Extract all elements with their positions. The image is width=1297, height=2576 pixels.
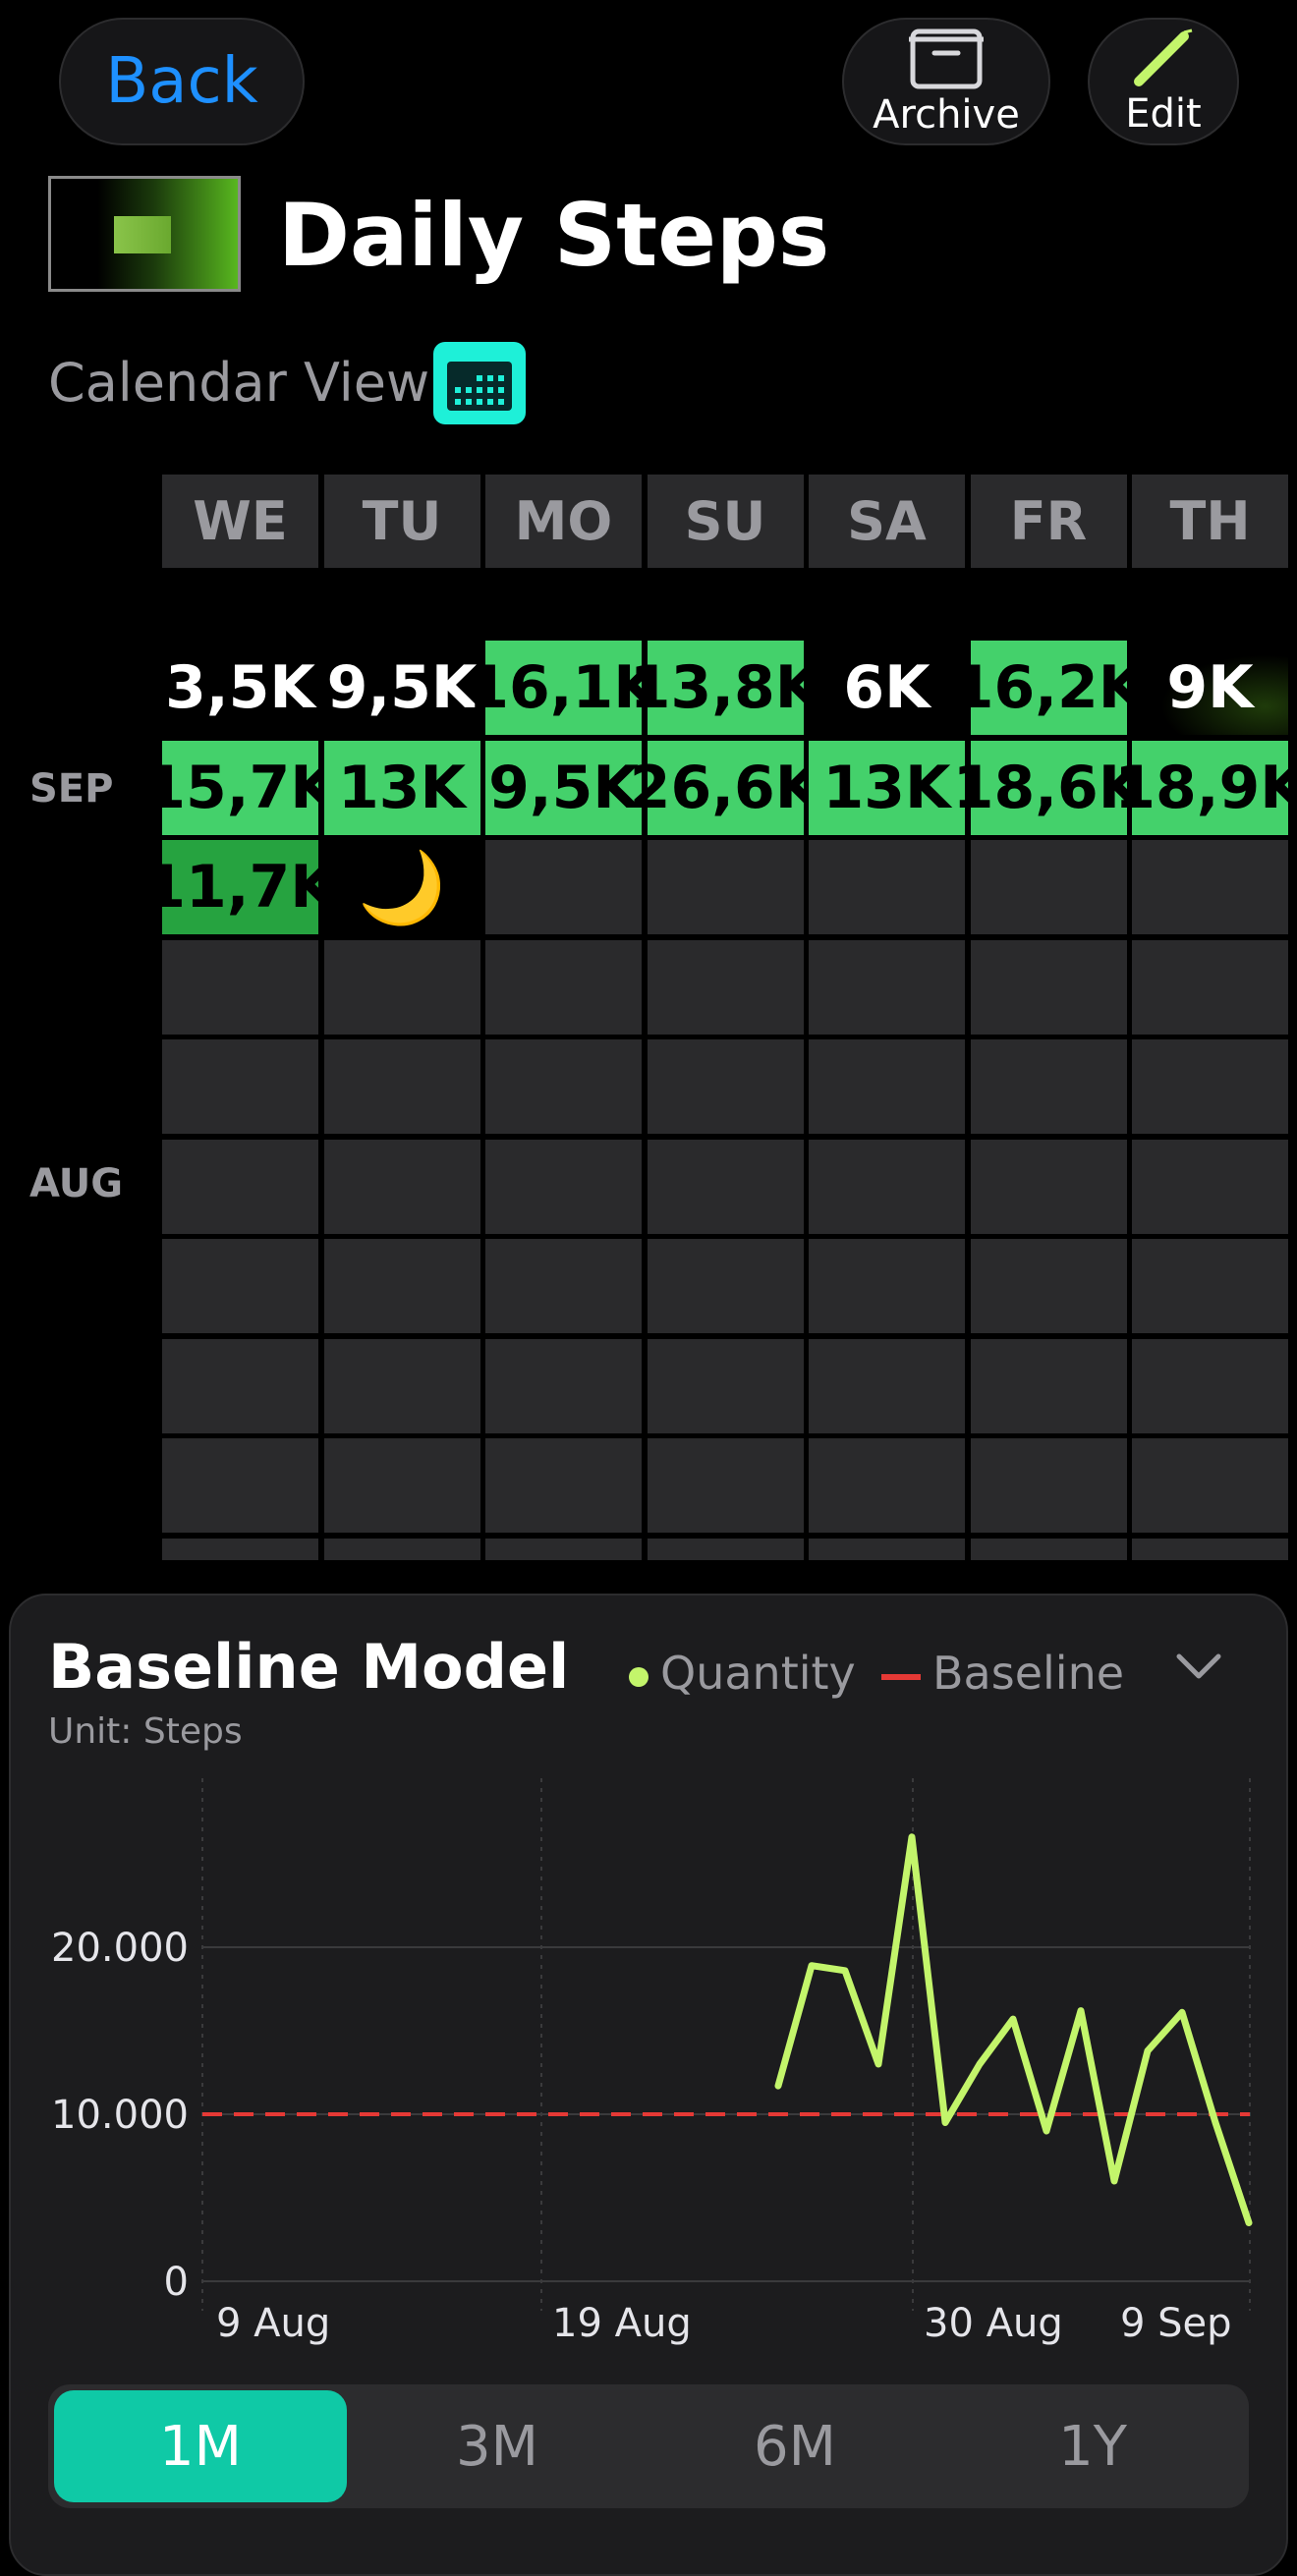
quantity-point	[1113, 2180, 1115, 2182]
y-tick-label: 20.000	[51, 1926, 189, 1971]
quantity-point	[877, 2063, 879, 2065]
range-option-3m[interactable]: 3M	[351, 2390, 644, 2502]
quantity-point	[911, 1835, 913, 1838]
quantity-point	[1181, 2011, 1183, 2014]
quantity-point	[811, 1964, 813, 1967]
quantity-point	[1012, 2018, 1014, 2021]
quantity-line	[774, 1833, 1253, 2226]
y-tick-label: 0	[164, 2260, 189, 2305]
quantity-point	[1045, 2130, 1047, 2132]
quantity-point	[1147, 2049, 1149, 2052]
x-tick-label: 9 Aug	[216, 2301, 330, 2346]
baseline-chart: 0 10.000 20.000 9 Aug 19 Aug 30 Aug 9 Sep	[51, 1778, 1253, 2346]
quantity-point	[1248, 2221, 1250, 2224]
x-tick-label: 9 Sep	[1120, 2301, 1232, 2346]
range-option-1y[interactable]: 1Y	[946, 2390, 1239, 2502]
range-option-6m[interactable]: 6M	[648, 2390, 941, 2502]
quantity-point	[1080, 2009, 1082, 2012]
quantity-point	[777, 2085, 779, 2088]
x-tick-label: 19 Aug	[552, 2301, 692, 2346]
quantity-point	[844, 1969, 846, 1972]
range-option-1m[interactable]: 1M	[54, 2390, 347, 2502]
quantity-point	[944, 2121, 946, 2124]
quantity-point	[1214, 2121, 1216, 2124]
x-tick-label: 30 Aug	[924, 2301, 1063, 2346]
y-tick-label: 10.000	[51, 2093, 189, 2138]
quantity-point	[979, 2063, 981, 2065]
